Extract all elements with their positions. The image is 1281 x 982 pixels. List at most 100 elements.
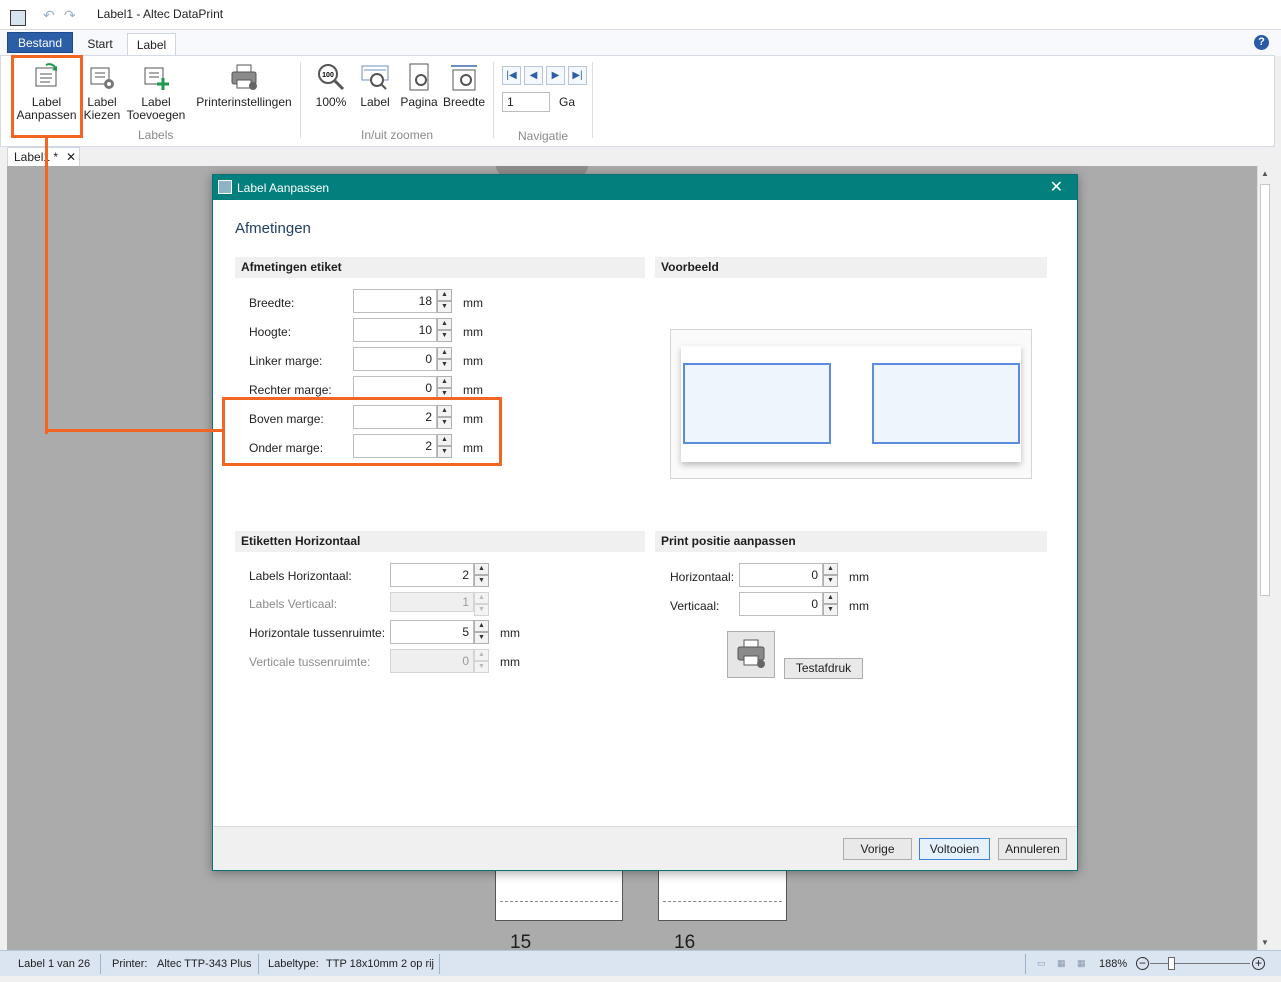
- first-page-icon[interactable]: |◀: [502, 66, 521, 85]
- canvas-label-margin: [663, 901, 782, 902]
- scroll-down-icon[interactable]: ▼: [1261, 938, 1269, 947]
- dialog-title: Label Aanpassen: [237, 181, 330, 195]
- breedte-input[interactable]: 18: [353, 289, 437, 313]
- spin-up-icon[interactable]: ▲: [474, 620, 489, 632]
- ribbon-separator: [592, 62, 593, 138]
- zoom-in-icon[interactable]: +: [1252, 957, 1265, 970]
- printer-settings-icon: [229, 62, 259, 92]
- zoom-page-button[interactable]: Pagina: [399, 62, 439, 109]
- zoom-page-icon: [404, 62, 434, 92]
- dialog-heading: Afmetingen: [235, 220, 311, 237]
- canvas-label-16[interactable]: [658, 870, 787, 921]
- view-normal-icon[interactable]: ▭: [1037, 958, 1046, 969]
- spin-up-icon[interactable]: ▲: [437, 289, 452, 301]
- linker-marge-input[interactable]: 0: [353, 347, 437, 371]
- verticale-tussenruimte-spinner: ▲ ▼: [474, 649, 489, 673]
- spin-up-icon[interactable]: ▲: [437, 347, 452, 359]
- tab-label[interactable]: Label: [127, 33, 176, 56]
- spin-down-icon[interactable]: ▼: [823, 604, 838, 616]
- horizontale-tussenruimte-input[interactable]: 5: [390, 620, 474, 644]
- hoogte-unit: mm: [463, 325, 483, 339]
- section-preview: Voorbeeld: [655, 257, 1047, 278]
- breedte-spinner[interactable]: ▲ ▼: [437, 289, 452, 313]
- testafdruk-button[interactable]: Testafdruk: [784, 658, 863, 679]
- preview-label-1: [683, 363, 831, 444]
- page-number-input[interactable]: 1: [502, 92, 550, 112]
- canvas-label-15[interactable]: [495, 870, 623, 921]
- redo-icon[interactable]: ↷: [64, 7, 76, 24]
- labels-horizontaal-spinner[interactable]: ▲ ▼: [474, 563, 489, 587]
- spin-up-icon[interactable]: ▲: [823, 592, 838, 604]
- spin-down-icon[interactable]: ▼: [437, 359, 452, 371]
- section-dimensions: Afmetingen etiket: [235, 257, 645, 278]
- zoom-label-button[interactable]: Label: [356, 62, 394, 109]
- scrollbar-thumb[interactable]: [1260, 184, 1270, 596]
- spin-down-icon[interactable]: ▼: [474, 575, 489, 587]
- label-add-icon: [141, 62, 171, 92]
- print-horizontaal-input[interactable]: 0: [739, 563, 823, 587]
- tab-start[interactable]: Start: [80, 33, 120, 56]
- label-kiezen-button[interactable]: Label Kiezen: [82, 62, 122, 122]
- spin-up-icon[interactable]: ▲: [437, 318, 452, 330]
- next-page-icon[interactable]: ▶: [546, 66, 565, 85]
- spin-down-icon[interactable]: ▼: [437, 330, 452, 342]
- horizontale-tussenruimte-label: Horizontale tussenruimte:: [249, 626, 386, 640]
- zoom-width-text: Breedte: [442, 95, 486, 109]
- document-tab-name: Label1 *: [14, 150, 59, 164]
- document-tab[interactable]: Label1 * ✕: [7, 147, 80, 167]
- highlight-connector-horizontal: [45, 429, 225, 432]
- spin-down-icon[interactable]: ▼: [474, 632, 489, 644]
- prev-page-icon[interactable]: ◀: [524, 66, 543, 85]
- print-verticaal-input[interactable]: 0: [739, 592, 823, 616]
- verticale-tussenruimte-input: 0: [390, 649, 474, 673]
- spin-up-icon[interactable]: ▲: [437, 376, 452, 388]
- spin-down-icon[interactable]: ▼: [823, 575, 838, 587]
- ribbon: [0, 55, 1275, 147]
- label-toevoegen-button[interactable]: Label Toevoegen: [126, 62, 186, 122]
- rechter-marge-label: Rechter marge:: [249, 383, 332, 397]
- preview-label-2: [872, 363, 1020, 444]
- go-button[interactable]: Ga: [559, 95, 575, 109]
- linker-marge-label: Linker marge:: [249, 354, 323, 368]
- print-verticaal-spinner[interactable]: ▲ ▼: [823, 592, 838, 616]
- hoogte-input[interactable]: 10: [353, 318, 437, 342]
- help-icon[interactable]: ?: [1254, 35, 1269, 50]
- group-label-nav: Navigatie: [518, 129, 569, 143]
- zoom-slider-thumb[interactable]: [1168, 957, 1175, 970]
- undo-icon[interactable]: ↶: [43, 7, 55, 24]
- verticale-tussenruimte-label: Verticale tussenruimte:: [249, 655, 371, 669]
- spin-up-icon[interactable]: ▲: [823, 563, 838, 575]
- scroll-up-icon[interactable]: ▲: [1261, 169, 1269, 178]
- view-grid-icon[interactable]: ▦: [1077, 958, 1086, 969]
- labels-horizontaal-input[interactable]: 2: [390, 563, 474, 587]
- view-layout-icon[interactable]: ▦: [1057, 958, 1066, 969]
- hoogte-spinner[interactable]: ▲ ▼: [437, 318, 452, 342]
- voltooien-button[interactable]: Voltooien: [919, 838, 990, 860]
- linker-marge-spinner[interactable]: ▲ ▼: [437, 347, 452, 371]
- horizontale-tussenruimte-spinner[interactable]: ▲ ▼: [474, 620, 489, 644]
- test-print-icon-button[interactable]: [727, 631, 775, 678]
- printerinstellingen-text: Printerinstellingen: [196, 95, 292, 109]
- section-horizontal: Etiketten Horizontaal: [235, 531, 645, 552]
- spin-down-icon[interactable]: ▼: [437, 301, 452, 313]
- zoom-slider[interactable]: [1150, 963, 1250, 964]
- spin-up-icon[interactable]: ▲: [474, 563, 489, 575]
- status-separator: [258, 954, 259, 974]
- last-page-icon[interactable]: ▶|: [568, 66, 587, 85]
- annuleren-button[interactable]: Annuleren: [998, 838, 1067, 860]
- dialog-close-icon[interactable]: ✕: [1050, 177, 1063, 197]
- zoom-out-icon[interactable]: −: [1136, 957, 1149, 970]
- zoom-width-button[interactable]: Breedte: [442, 62, 486, 109]
- app-icon[interactable]: [10, 10, 26, 26]
- close-tab-icon[interactable]: ✕: [66, 148, 76, 167]
- label-preview: [670, 329, 1032, 479]
- file-tab[interactable]: Bestand: [7, 32, 73, 53]
- printerinstellingen-button[interactable]: Printerinstellingen: [194, 62, 294, 109]
- spin-down-icon: ▼: [474, 661, 489, 673]
- print-horizontaal-spinner[interactable]: ▲ ▼: [823, 563, 838, 587]
- label-choose-icon: [87, 62, 117, 92]
- vorige-button[interactable]: Vorige: [843, 838, 912, 860]
- title-bar: ↶ ↷ Label1 - Altec DataPrint: [0, 0, 1281, 30]
- zoom-100-text: 100%: [315, 95, 347, 109]
- zoom-100-button[interactable]: 100 100%: [310, 62, 352, 109]
